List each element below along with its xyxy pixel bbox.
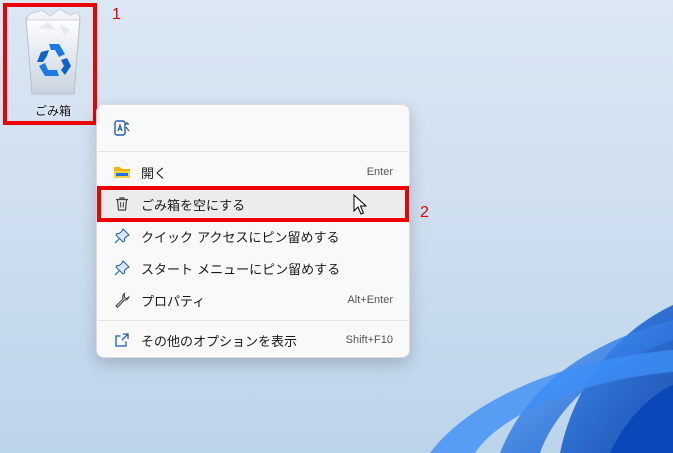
pin-icon: [113, 227, 131, 245]
menu-item-show-more-options[interactable]: その他のオプションを表示 Shift+F10: [101, 325, 405, 355]
annotation-number-1: 1: [112, 6, 121, 23]
menu-item-properties-label: プロパティ: [141, 294, 206, 310]
share-icon: [113, 331, 131, 349]
wrench-icon: [113, 291, 131, 309]
menu-separator-top: [98, 151, 408, 152]
menu-item-pin-quick-access-label: クイック アクセスにピン留めする: [141, 230, 340, 246]
menu-item-open[interactable]: 開く Enter: [101, 157, 405, 187]
menu-item-pin-start-label: スタート メニューにピン留めする: [141, 262, 341, 278]
menu-item-properties[interactable]: プロパティ Alt+Enter: [101, 285, 405, 315]
menu-separator-bottom: [98, 320, 408, 321]
ai-translate-icon[interactable]: [113, 119, 131, 137]
context-menu: 開く Enter ごみ箱を空にする クイック アクセスにピン留めする スタート …: [96, 104, 410, 358]
menu-item-show-more-options-label: その他のオプションを表示: [141, 334, 298, 350]
menu-item-pin-start[interactable]: スタート メニューにピン留めする: [101, 253, 405, 283]
folder-icon: [113, 163, 131, 181]
menu-item-pin-quick-access[interactable]: クイック アクセスにピン留めする: [101, 221, 405, 251]
menu-item-open-label: 開く: [141, 166, 168, 182]
annotation-number-2: 2: [420, 204, 429, 221]
menu-item-open-shortcut: Enter: [366, 166, 393, 178]
annotation-box-1: [3, 3, 97, 125]
menu-item-properties-shortcut: Alt+Enter: [347, 294, 393, 306]
mouse-cursor-icon: [353, 194, 367, 215]
pin-icon: [113, 259, 131, 277]
menu-item-show-more-options-shortcut: Shift+F10: [345, 334, 393, 346]
